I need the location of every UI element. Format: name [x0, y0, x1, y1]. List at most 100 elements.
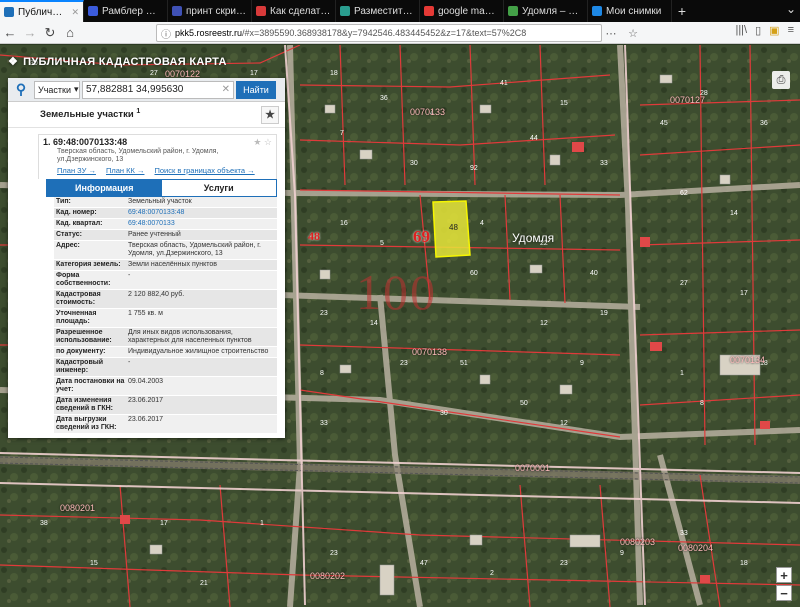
- library-icon[interactable]: |||\: [735, 24, 747, 37]
- browser-tab[interactable]: Мои снимки: [588, 0, 672, 22]
- svg-text:5: 5: [380, 240, 384, 247]
- svg-text:36: 36: [380, 95, 388, 102]
- zoom-out-button[interactable]: −: [776, 585, 792, 601]
- search-panel: ⚲ Участки ▾ 57,882881 34,995630 ✕ Найти …: [8, 78, 285, 438]
- property-key: Адрес:: [56, 242, 80, 249]
- svg-text:23: 23: [400, 360, 408, 367]
- svg-text:38: 38: [40, 520, 48, 527]
- result-item[interactable]: 1. 69:48:0070133:48 ★ ☆ Тверская область…: [38, 134, 277, 179]
- forward-arrow-icon[interactable]: →: [20, 23, 40, 43]
- svg-text:40: 40: [590, 270, 598, 277]
- property-value-link[interactable]: 69:48:0070133:48: [128, 209, 277, 217]
- find-button[interactable]: Найти: [236, 80, 276, 99]
- svg-text:23: 23: [320, 310, 328, 317]
- star-icon[interactable]: ★: [261, 105, 279, 124]
- svg-text:47: 47: [420, 560, 428, 567]
- svg-text:8: 8: [700, 400, 704, 407]
- svg-text:44: 44: [530, 135, 538, 142]
- browser-tab[interactable]: Удомля – Google: [504, 0, 588, 22]
- svg-text:15: 15: [90, 560, 98, 567]
- url-host: pkk5.rosreestr.ru: [175, 28, 243, 38]
- result-title[interactable]: 1. 69:48:0070133:48: [43, 137, 127, 148]
- browser-tab[interactable]: Разместить объя: [336, 0, 420, 22]
- object-type-select[interactable]: Участки ▾: [34, 80, 80, 99]
- quarter-label: 0070127: [670, 95, 706, 105]
- search-icon[interactable]: ⚲: [8, 78, 34, 102]
- search-in-bounds-link[interactable]: Поиск в границах объекта →: [154, 166, 254, 175]
- tab-favicon-icon: [88, 6, 98, 16]
- browser-tab[interactable]: Рамблер — медиа: [84, 0, 168, 22]
- bookmark-star-icon[interactable]: ☆: [624, 24, 642, 42]
- svg-text:27: 27: [680, 280, 688, 287]
- print-icon[interactable]: ⎙: [772, 71, 790, 89]
- zoom-in-button[interactable]: +: [776, 567, 792, 583]
- property-row: Кадастровый инженер: -: [54, 358, 277, 377]
- sidebar-icon[interactable]: ▯: [755, 24, 761, 37]
- tab-favicon-icon: [4, 7, 14, 17]
- property-key: Кадастровый инженер:: [56, 359, 104, 374]
- svg-text:12: 12: [540, 320, 548, 327]
- tab-services[interactable]: Услуги: [161, 180, 276, 196]
- extension-icon[interactable]: ▣: [769, 24, 779, 37]
- quarter-label: 0070134: [730, 355, 766, 365]
- tab-label: Публичная када: [18, 6, 68, 18]
- svg-text:60: 60: [470, 270, 478, 277]
- svg-text:7: 7: [340, 130, 344, 137]
- plan-zu-link[interactable]: План ЗУ →: [57, 166, 96, 175]
- browser-tab[interactable]: Публичная када✕: [0, 0, 84, 22]
- site-header[interactable]: ❖ ПУБЛИЧНАЯ КАДАСТРОВАЯ КАРТА: [8, 55, 227, 69]
- tab-label: Мои снимки: [606, 5, 662, 17]
- info-icon[interactable]: ⓘ: [161, 26, 171, 41]
- tab-favicon-icon: [256, 6, 266, 16]
- svg-text:8: 8: [320, 370, 324, 377]
- rosreestr-logo-icon: ❖: [8, 56, 19, 68]
- svg-text:21: 21: [200, 580, 208, 587]
- tab-favicon-icon: [424, 6, 434, 16]
- search-input[interactable]: 57,882881 34,995630 ✕: [82, 80, 234, 99]
- reload-icon[interactable]: ↻: [40, 23, 60, 43]
- svg-text:18: 18: [740, 560, 748, 567]
- property-row: Кадастровая стоимость: 2 120 882,40 руб.: [54, 290, 277, 309]
- tab-label: Разместить объя: [354, 5, 415, 17]
- map-tools: ⎙: [772, 71, 790, 89]
- tab-favicon-icon: [508, 6, 518, 16]
- menu-icon[interactable]: ≡: [788, 24, 794, 37]
- favorite-star-icon[interactable]: ★ ☆: [253, 137, 272, 148]
- property-key: по документу:: [56, 348, 106, 355]
- clear-icon[interactable]: ✕: [222, 84, 230, 95]
- browser-tab[interactable]: Как сделать скри: [252, 0, 336, 22]
- home-icon[interactable]: ⌂: [60, 23, 80, 43]
- quarter-label: 0080204: [678, 543, 714, 553]
- tab-label: Как сделать скри: [270, 5, 331, 17]
- property-value-link[interactable]: 69:48:0070133: [128, 220, 277, 228]
- url-bar[interactable]: ⓘ pkk5.rosreestr.ru /#x=3895590.36893817…: [156, 24, 602, 42]
- browser-tab[interactable]: google maps — Я: [420, 0, 504, 22]
- browser-tab[interactable]: принт скрин как: [168, 0, 252, 22]
- svg-text:92: 92: [470, 165, 478, 172]
- tab-list-chevron-icon[interactable]: ⌄: [786, 2, 796, 16]
- tab-label: принт скрин как: [186, 5, 247, 17]
- svg-text:1: 1: [260, 520, 264, 527]
- quarter-label: 0070133: [410, 107, 446, 117]
- object-type-label: Участки: [38, 84, 71, 95]
- svg-text:15: 15: [560, 100, 568, 107]
- tab-close-icon[interactable]: ✕: [71, 7, 79, 18]
- url-path: /#x=3895590.368938178&y=7942546.48344545…: [242, 28, 527, 38]
- property-key: Уточненная площадь:: [56, 310, 97, 325]
- plan-kk-link[interactable]: План КК →: [106, 166, 145, 175]
- cadastral-map[interactable]: 18 36 4 41 15 7 30 92 44 33 45 28 36 62 14 16 5 4 22…: [0, 45, 800, 607]
- new-tab-button[interactable]: +: [672, 0, 692, 22]
- svg-text:9: 9: [620, 550, 624, 557]
- tab-information[interactable]: Информация: [47, 180, 162, 196]
- district-number-label: 100: [356, 264, 437, 320]
- page-actions-icon[interactable]: ⋯: [602, 24, 620, 42]
- property-key: Категория земель:: [56, 261, 121, 268]
- browser-tab-bar: + Публичная када✕ Рамблер — медиа принт ск…: [0, 0, 800, 22]
- parcel-number-label: 48: [449, 223, 458, 232]
- chevron-down-icon: ▾: [74, 84, 79, 94]
- svg-text:1: 1: [680, 370, 684, 377]
- svg-text:17: 17: [740, 290, 748, 297]
- property-row: Кад. квартал: 69:48:0070133: [54, 219, 277, 230]
- back-arrow-icon[interactable]: ←: [0, 23, 20, 43]
- quarter-label: 0070138: [412, 347, 448, 357]
